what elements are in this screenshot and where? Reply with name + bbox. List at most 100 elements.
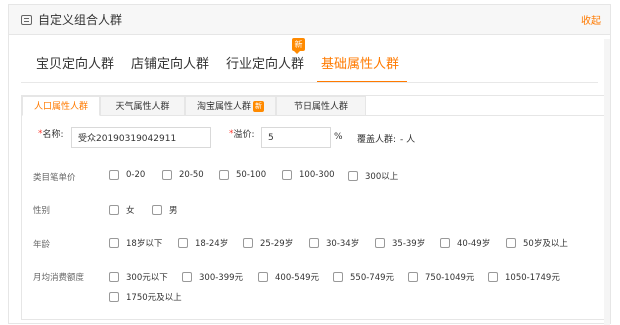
coverage-value: - 人 [400, 135, 416, 145]
checkbox[interactable] [408, 272, 418, 282]
option-label: 40-49岁 [457, 239, 491, 249]
option-price-0-20[interactable]: 0-20 [109, 170, 145, 180]
subtabs-divider [366, 115, 611, 116]
option-spend-1750-plus[interactable]: 1750元及以上 [109, 291, 182, 303]
coverage-label: 覆盖人群: [357, 135, 397, 145]
subtab-demographics[interactable]: 人口属性人群 [22, 96, 100, 116]
option-spend-400-549[interactable]: 400-549元 [258, 271, 319, 283]
price-row-label: 类目笔单价 [33, 173, 76, 183]
option-age-25-29[interactable]: 25-29岁 [243, 237, 293, 249]
collapse-link[interactable]: 收起 [581, 12, 601, 27]
option-label: 1750元及以上 [126, 293, 182, 303]
option-gender-male[interactable]: 男 [152, 204, 178, 216]
option-label: 1050-1749元 [505, 273, 560, 283]
checkbox[interactable] [348, 171, 358, 181]
checkbox[interactable] [182, 272, 192, 282]
option-gender-female[interactable]: 女 [109, 204, 135, 216]
option-spend-1050-1749[interactable]: 1050-1749元 [488, 271, 560, 283]
panel-header-left: 自定义组合人群 [21, 11, 122, 28]
option-spend-750-1049[interactable]: 750-1049元 [408, 271, 474, 283]
option-label: 100-300 [299, 170, 335, 180]
option-label: 0-20 [126, 170, 146, 180]
subtab-label: 节日属性人群 [293, 102, 348, 112]
tabs-divider [21, 82, 598, 83]
option-label: 750-1049元 [425, 273, 475, 283]
option-label: 18岁以下 [126, 239, 163, 249]
option-label: 300以上 [365, 172, 399, 182]
option-label: 30-34岁 [326, 239, 360, 249]
checkbox[interactable] [309, 238, 319, 248]
checkbox[interactable] [162, 170, 172, 180]
checkbox[interactable] [506, 238, 516, 248]
premium-label: 溢价: [233, 130, 255, 140]
name-input[interactable] [71, 127, 211, 148]
option-spend-550-749[interactable]: 550-749元 [333, 271, 394, 283]
option-spend-under-300[interactable]: 300元以下 [109, 271, 168, 283]
option-age-35-39[interactable]: 35-39岁 [375, 237, 425, 249]
checkbox[interactable] [488, 272, 498, 282]
option-price-50-100[interactable]: 50-100 [219, 170, 266, 180]
option-label: 50岁及以上 [523, 239, 568, 249]
option-spend-300-399[interactable]: 300-399元 [182, 271, 243, 283]
subtab-label: 淘宝属性人群 [196, 102, 251, 112]
spend-row-label: 月均消费额度 [33, 273, 85, 283]
premium-field-group: * 溢价: [229, 127, 255, 141]
scrollbar-track[interactable] [604, 39, 610, 325]
list-icon [21, 14, 32, 25]
option-age-30-34[interactable]: 30-34岁 [309, 237, 359, 249]
checkbox[interactable] [152, 205, 162, 215]
checkbox[interactable] [109, 170, 119, 180]
custom-audience-panel: 自定义组合人群 收起 宝贝定向人群 店铺定向人群 行业定向人群 新 基础属性人群… [8, 4, 611, 325]
option-age-under-18[interactable]: 18岁以下 [109, 237, 162, 249]
option-price-300-plus[interactable]: 300以上 [348, 170, 398, 182]
option-label: 550-749元 [350, 273, 395, 283]
checkbox[interactable] [109, 205, 119, 215]
option-price-20-50[interactable]: 20-50 [162, 170, 204, 180]
checkbox[interactable] [178, 238, 188, 248]
option-age-50-plus[interactable]: 50岁及以上 [506, 237, 568, 249]
checkbox[interactable] [440, 238, 450, 248]
option-label: 25-29岁 [260, 239, 294, 249]
tab-basic-attributes[interactable]: 基础属性人群 [321, 53, 399, 72]
subtab-weather[interactable]: 天气属性人群 [100, 96, 185, 116]
checkbox[interactable] [109, 238, 119, 248]
option-label: 18-24岁 [195, 239, 229, 249]
tab-shop-targeting[interactable]: 店铺定向人群 [131, 53, 209, 72]
option-label: 400-549元 [275, 273, 320, 283]
checkbox[interactable] [109, 272, 119, 282]
subtab-label: 人口属性人群 [33, 102, 88, 112]
option-label: 20-50 [179, 170, 204, 180]
checkbox[interactable] [282, 170, 292, 180]
option-label: 男 [169, 206, 178, 216]
option-price-100-300[interactable]: 100-300 [282, 170, 335, 180]
option-label: 35-39岁 [392, 239, 426, 249]
name-label: 名称: [42, 130, 64, 140]
gender-row-label: 性别 [33, 206, 51, 216]
checkbox[interactable] [219, 170, 229, 180]
option-age-18-24[interactable]: 18-24岁 [178, 237, 228, 249]
checkbox[interactable] [243, 238, 253, 248]
subtab-label: 天气属性人群 [115, 102, 170, 112]
option-label: 300元以下 [126, 273, 168, 283]
new-badge: 新 [292, 38, 305, 54]
new-badge: 新 [253, 101, 264, 112]
main-tabs: 宝贝定向人群 店铺定向人群 行业定向人群 新 基础属性人群 [21, 35, 598, 83]
checkbox[interactable] [375, 238, 385, 248]
tab-industry-targeting[interactable]: 行业定向人群 [226, 53, 304, 72]
age-row-label: 年龄 [33, 240, 51, 250]
name-field-group: * 名称: [38, 127, 64, 141]
premium-input[interactable] [261, 127, 331, 148]
checkbox[interactable] [109, 292, 119, 302]
option-label: 50-100 [236, 170, 267, 180]
option-age-40-49[interactable]: 40-49岁 [440, 237, 490, 249]
panel-title: 自定义组合人群 [38, 13, 123, 27]
option-label: 女 [126, 206, 135, 216]
tab-item-targeting[interactable]: 宝贝定向人群 [36, 53, 114, 72]
subtab-taobao[interactable]: 淘宝属性人群新 [185, 96, 276, 116]
checkbox[interactable] [258, 272, 268, 282]
checkbox[interactable] [333, 272, 343, 282]
subtab-festival[interactable]: 节日属性人群 [276, 96, 366, 116]
premium-unit: % [334, 132, 343, 142]
option-label: 300-399元 [199, 273, 244, 283]
panel-header: 自定义组合人群 收起 [9, 5, 610, 35]
